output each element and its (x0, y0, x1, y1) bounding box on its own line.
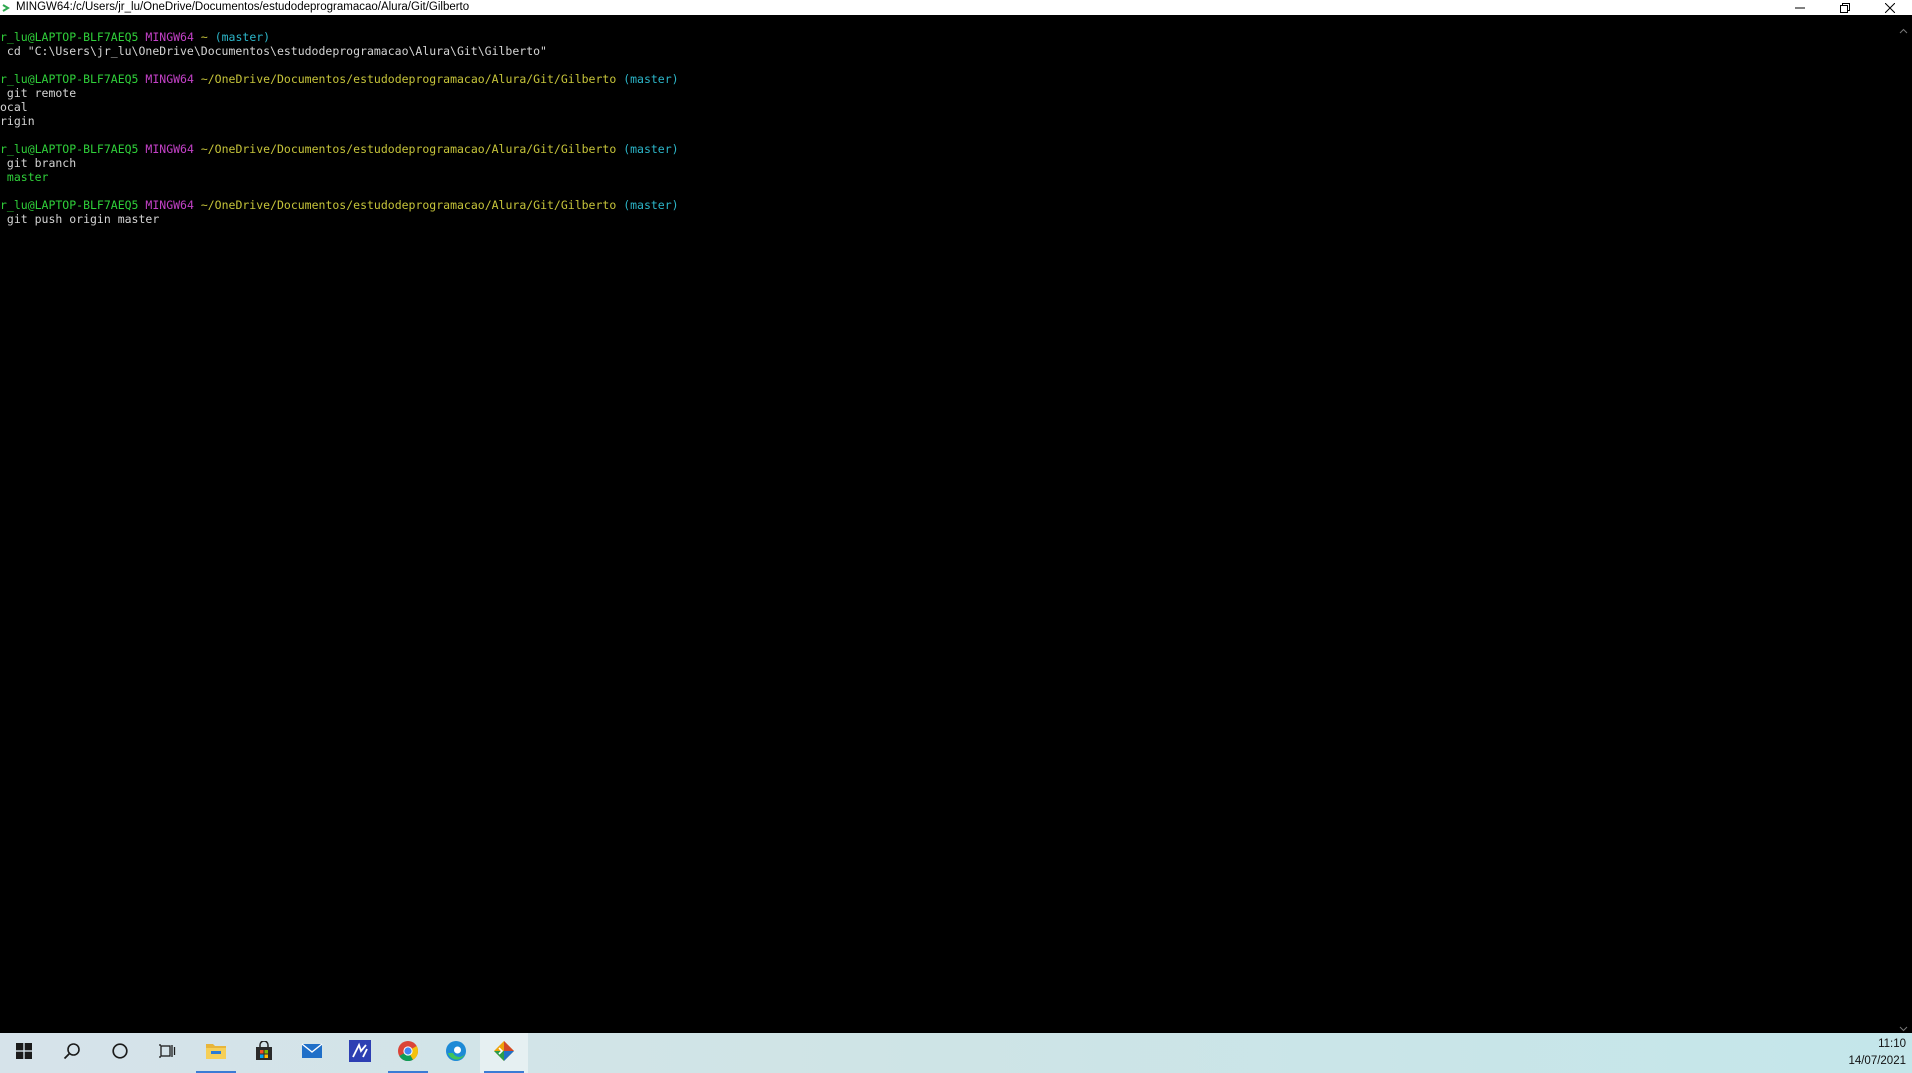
chrome-icon (397, 1040, 419, 1066)
start-button[interactable] (0, 1033, 48, 1073)
prompt-user: r_lu@LAPTOP-BLF7AEQ5 (0, 72, 139, 86)
prompt-line: r_lu@LAPTOP-BLF7AEQ5 MINGW64 ~/OneDrive/… (0, 142, 1895, 156)
edge-icon (445, 1040, 467, 1066)
taskbar: 11:10 14/07/2021 (0, 1033, 1912, 1073)
prompt-env: MINGW64 (145, 142, 194, 156)
cortana-icon (111, 1042, 129, 1064)
command-line: git remote (0, 86, 77, 100)
prompt-env: MINGW64 (145, 72, 194, 86)
cortana-button[interactable] (96, 1033, 144, 1073)
taskbar-store[interactable] (240, 1033, 288, 1073)
scroll-down-icon[interactable] (1899, 1018, 1908, 1032)
editor-app-icon (349, 1040, 371, 1066)
taskbar-file-explorer[interactable] (192, 1033, 240, 1073)
search-icon (63, 1042, 81, 1064)
prompt-branch: (master) (214, 30, 271, 44)
clock-time: 11:10 (1878, 1038, 1906, 1050)
window-controls (1777, 0, 1912, 15)
task-view-button[interactable] (144, 1033, 192, 1073)
prompt-user: r_lu@LAPTOP-BLF7AEQ5 (0, 142, 139, 156)
vertical-scrollbar[interactable] (1895, 15, 1912, 1033)
task-view-icon (159, 1042, 177, 1064)
taskbar-git-bash[interactable] (480, 1033, 528, 1073)
taskbar-edge[interactable] (432, 1033, 480, 1073)
output-line: rigin (0, 114, 35, 128)
prompt-env: MINGW64 (145, 198, 194, 212)
prompt-path: ~/OneDrive/Documentos/estudodeprogramaca… (200, 198, 617, 212)
prompt-user: r_lu@LAPTOP-BLF7AEQ5 (0, 198, 139, 212)
command-line: cd "C:\Users\jr_lu\OneDrive\Documentos\e… (0, 44, 547, 58)
prompt-env: MINGW64 (145, 30, 194, 44)
prompt-path: ~ (200, 30, 208, 44)
output-line: ocal (0, 100, 28, 114)
git-bash-icon (1, 2, 13, 14)
prompt-path: ~/OneDrive/Documentos/estudodeprogramaca… (200, 142, 617, 156)
store-icon (254, 1040, 274, 1065)
terminal-output[interactable]: r_lu@LAPTOP-BLF7AEQ5 MINGW64 ~ (master) … (0, 15, 1895, 1033)
prompt-branch: (master) (623, 198, 679, 212)
prompt-line: r_lu@LAPTOP-BLF7AEQ5 MINGW64 ~/OneDrive/… (0, 72, 1895, 86)
prompt-line: r_lu@LAPTOP-BLF7AEQ5 MINGW64 ~ (master) (0, 30, 1895, 44)
clock-date: 14/07/2021 (1848, 1055, 1906, 1067)
git-bash-icon (493, 1040, 515, 1066)
prompt-line: r_lu@LAPTOP-BLF7AEQ5 MINGW64 ~/OneDrive/… (0, 198, 1895, 212)
taskbar-mail[interactable] (288, 1033, 336, 1073)
search-button[interactable] (48, 1033, 96, 1073)
taskbar-editor-app[interactable] (336, 1033, 384, 1073)
close-button[interactable] (1867, 0, 1912, 15)
prompt-branch: (master) (623, 142, 679, 156)
prompt-branch: (master) (623, 72, 679, 86)
windows-start-icon (16, 1043, 32, 1063)
prompt-user: r_lu@LAPTOP-BLF7AEQ5 (0, 30, 139, 44)
taskbar-chrome[interactable] (384, 1033, 432, 1073)
title-bar[interactable]: MINGW64:/c/Users/jr_lu/OneDrive/Document… (0, 0, 1912, 15)
terminal-window[interactable]: MINGW64:/c/Users/jr_lu/OneDrive/Document… (0, 0, 1912, 1033)
prompt-path: ~/OneDrive/Documentos/estudodeprogramaca… (200, 72, 617, 86)
scroll-up-icon[interactable] (1899, 21, 1908, 34)
mail-icon (301, 1042, 323, 1064)
command-line: git push origin master (0, 212, 160, 226)
system-clock[interactable]: 11:10 14/07/2021 (1848, 1033, 1906, 1073)
command-line: git branch (0, 156, 77, 170)
window-title: MINGW64:/c/Users/jr_lu/OneDrive/Document… (16, 1, 470, 13)
file-explorer-icon (205, 1041, 227, 1065)
output-line: master (0, 170, 49, 184)
restore-button[interactable] (1822, 0, 1867, 15)
minimize-button[interactable] (1777, 0, 1822, 15)
